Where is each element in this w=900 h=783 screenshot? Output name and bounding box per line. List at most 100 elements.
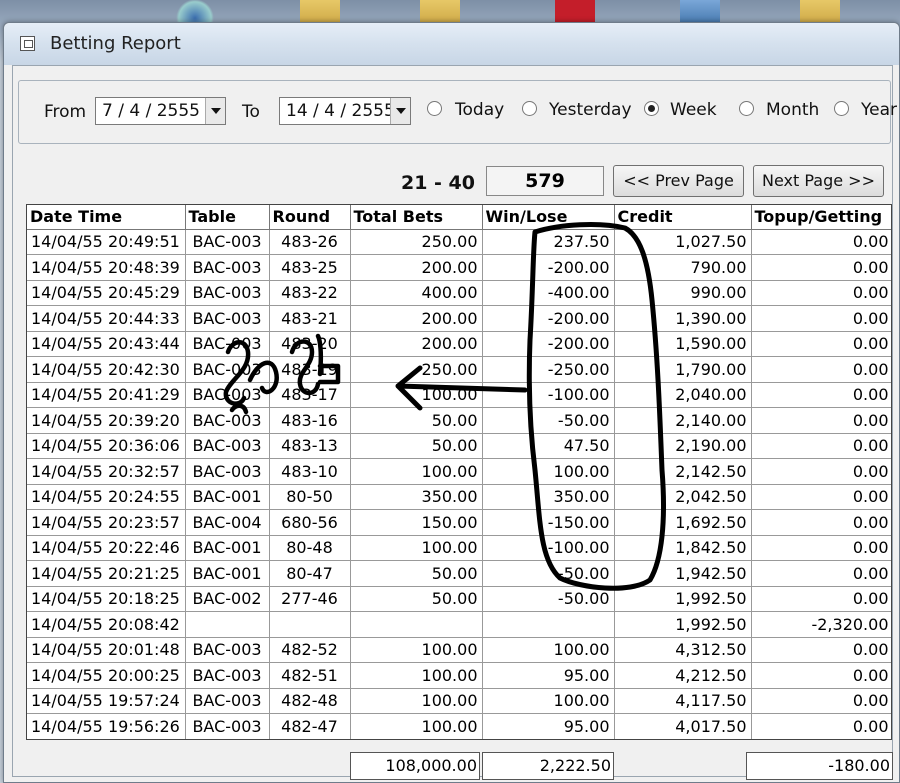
- table-row[interactable]: 14/04/55 20:00:25 BAC-003 482-51 100.00 95.0…: [27, 662, 891, 689]
- table-row[interactable]: 14/04/55 20:21:25 BAC-001 80-47 50.00 -50.00…: [27, 560, 891, 587]
- table-cell: 95.00: [482, 713, 615, 739]
- table-cell: 0.00: [751, 586, 891, 612]
- table-cell: 0.00: [751, 280, 891, 306]
- table-row[interactable]: 14/04/55 20:36:06 BAC-003 483-13 50.00 47.50…: [27, 433, 891, 459]
- to-date-picker[interactable]: 14 / 4 / 2555: [279, 97, 411, 125]
- table-row[interactable]: 14/04/55 20:01:48 BAC-003 482-52 100.00 100.…: [27, 637, 891, 663]
- table-cell: 790.00: [614, 254, 752, 281]
- to-dropdown-button[interactable]: [390, 98, 410, 124]
- table-cell: 350.00: [350, 484, 483, 510]
- radio-month-label[interactable]: Month: [766, 100, 819, 120]
- table-cell: 14/04/55 19:56:26: [27, 713, 186, 739]
- table-cell: 483-19: [269, 356, 351, 383]
- table-cell: BAC-003: [185, 662, 270, 689]
- table-cell: 990.00: [614, 280, 752, 306]
- from-date-picker[interactable]: 7 / 4 / 2555: [95, 97, 226, 125]
- from-dropdown-button[interactable]: [205, 98, 225, 124]
- chevron-down-icon: [396, 108, 406, 114]
- column-header[interactable]: Win/Lose: [482, 205, 615, 230]
- table-cell: 14/04/55 20:45:29: [27, 280, 186, 306]
- table-row[interactable]: 14/04/55 20:22:46 BAC-001 80-48 100.00 -100.…: [27, 535, 891, 561]
- table-cell: -150.00: [482, 509, 615, 536]
- table-cell: 14/04/55 20:36:06: [27, 433, 186, 459]
- table-cell: -50.00: [482, 560, 615, 587]
- table-cell: 100.00: [350, 535, 483, 561]
- radio-today-label[interactable]: Today: [455, 100, 504, 120]
- table-row[interactable]: 14/04/55 20:39:20 BAC-003 483-16 50.00 -50.0…: [27, 407, 891, 434]
- radio-week-label[interactable]: Week: [670, 100, 717, 120]
- table-cell: -250.00: [482, 356, 615, 383]
- table-cell: 482-51: [269, 662, 351, 689]
- table-row[interactable]: 14/04/55 20:44:33 BAC-003 483-21 200.00 -200…: [27, 305, 891, 332]
- radio-month[interactable]: [739, 101, 754, 116]
- column-header[interactable]: Table: [185, 205, 270, 230]
- title-bar[interactable]: Betting Report: [4, 23, 899, 65]
- table-cell: 80-48: [269, 535, 351, 561]
- column-header[interactable]: Total Bets: [350, 205, 483, 230]
- table-row[interactable]: 14/04/55 20:49:51 BAC-003 483-26 250.00 237.…: [27, 229, 891, 255]
- table-cell: 483-16: [269, 407, 351, 434]
- table-cell: 2,140.00: [614, 407, 752, 434]
- table-row[interactable]: 14/04/55 20:24:55 BAC-001 80-50 350.00 350.0…: [27, 484, 891, 510]
- column-header[interactable]: Date Time: [27, 205, 186, 230]
- table-cell: 47.50: [482, 433, 615, 459]
- column-header[interactable]: Credit: [614, 205, 752, 230]
- table-cell: BAC-004: [185, 509, 270, 536]
- table-row[interactable]: 14/04/55 19:57:24 BAC-003 482-48 100.00 100.…: [27, 688, 891, 714]
- table-cell: 483-26: [269, 229, 351, 255]
- table-row[interactable]: 14/04/55 20:42:30 BAC-003 483-19 250.00 -250…: [27, 356, 891, 383]
- table-cell: BAC-003: [185, 229, 270, 255]
- table-cell: 100.00: [482, 637, 615, 663]
- table-cell: BAC-003: [185, 433, 270, 459]
- table-row[interactable]: 14/04/55 20:45:29 BAC-003 483-22 400.00 -400…: [27, 280, 891, 306]
- table-cell: 0.00: [751, 305, 891, 332]
- table-row[interactable]: 14/04/55 20:32:57 BAC-003 483-10 100.00 100.…: [27, 458, 891, 485]
- table-cell: [185, 611, 270, 638]
- chevron-down-icon: [211, 108, 221, 114]
- to-label: To: [242, 102, 260, 122]
- table-cell: 95.00: [482, 662, 615, 689]
- table-row[interactable]: 14/04/55 19:56:26 BAC-003 482-47 100.00 95.0…: [27, 713, 891, 739]
- prev-page-button[interactable]: << Prev Page: [613, 165, 744, 197]
- table-cell: 50.00: [350, 560, 483, 587]
- table-cell: 1,390.00: [614, 305, 752, 332]
- table-row[interactable]: 14/04/55 20:23:57 BAC-004 680-56 150.00 -150…: [27, 509, 891, 536]
- table-cell: 400.00: [350, 280, 483, 306]
- from-date-value: 7 / 4 / 2555: [102, 101, 200, 121]
- table-cell: 0.00: [751, 688, 891, 714]
- table-cell: 4,017.50: [614, 713, 752, 739]
- table-cell: 0.00: [751, 637, 891, 663]
- table-row[interactable]: 14/04/55 20:43:44 BAC-003 483-20 200.00 -200…: [27, 331, 891, 357]
- table-cell: 200.00: [350, 254, 483, 281]
- table-row[interactable]: 14/04/55 20:08:42 1,992.50 -2,320.00: [27, 611, 891, 638]
- table-cell: 0.00: [751, 484, 891, 510]
- table-cell: -50.00: [482, 586, 615, 612]
- column-header[interactable]: Topup/Getting: [751, 205, 891, 230]
- table-cell: BAC-003: [185, 407, 270, 434]
- table-cell: [269, 611, 351, 638]
- table-cell: 1,992.50: [614, 611, 752, 638]
- total-bets-sum: 108,000.00: [350, 752, 480, 780]
- radio-today[interactable]: [427, 101, 442, 116]
- table-cell: 80-50: [269, 484, 351, 510]
- radio-year-label[interactable]: Year: [861, 100, 897, 120]
- table-cell: 100.00: [350, 382, 483, 408]
- next-page-button[interactable]: Next Page >>: [753, 165, 884, 197]
- table-cell: 277-46: [269, 586, 351, 612]
- table-row[interactable]: 14/04/55 20:18:25 BAC-002 277-46 50.00 -50.0…: [27, 586, 891, 612]
- table-cell: [350, 611, 483, 638]
- radio-year[interactable]: [834, 101, 849, 116]
- table-cell: 0.00: [751, 713, 891, 739]
- table-row[interactable]: 14/04/55 20:41:29 BAC-003 483-17 100.00 -100…: [27, 382, 891, 408]
- table-cell: 14/04/55 20:44:33: [27, 305, 186, 332]
- table-row[interactable]: 14/04/55 20:48:39 BAC-003 483-25 200.00 -200…: [27, 254, 891, 281]
- radio-yesterday[interactable]: [522, 101, 537, 116]
- table-cell: 483-10: [269, 458, 351, 485]
- table-cell: 2,040.00: [614, 382, 752, 408]
- radio-yesterday-label[interactable]: Yesterday: [549, 100, 632, 120]
- table-cell: 14/04/55 20:01:48: [27, 637, 186, 663]
- radio-week[interactable]: [644, 101, 659, 116]
- table-cell: BAC-003: [185, 331, 270, 357]
- column-header[interactable]: Round: [269, 205, 351, 230]
- report-table[interactable]: Date Time Table Round Total Bets Win/Lose Cre…: [26, 204, 892, 740]
